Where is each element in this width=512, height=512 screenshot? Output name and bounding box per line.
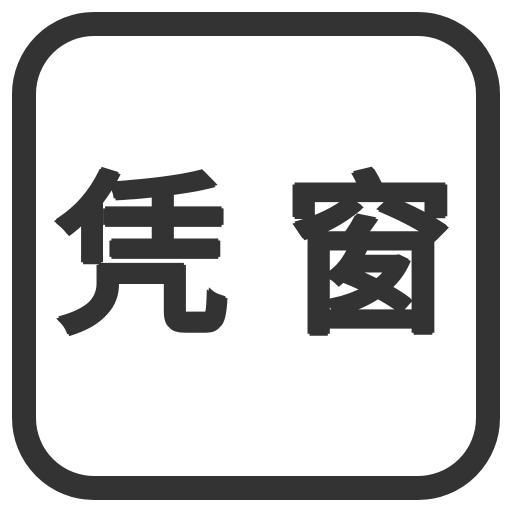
- label-character-1: 凭: [56, 157, 228, 358]
- label-character-2: 窗: [284, 157, 456, 358]
- icon-label: 凭 窗: [0, 0, 512, 512]
